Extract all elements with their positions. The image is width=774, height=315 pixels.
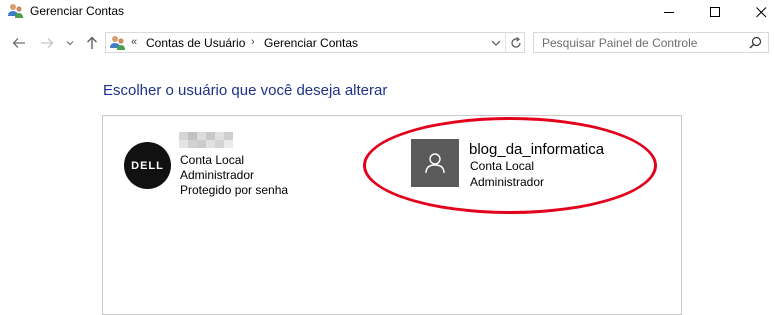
close-icon [755,7,766,18]
breadcrumb-overflow[interactable]: « [131,36,137,48]
breadcrumb-separator[interactable]: › [251,36,255,48]
back-button[interactable] [8,33,30,53]
address-bar[interactable]: « Contas de Usuário › Gerenciar Contas [105,32,525,53]
dell-logo: DELL [124,142,171,189]
forward-button[interactable] [36,33,58,53]
user-icon [425,153,445,174]
users-icon [8,4,23,18]
account-password-status: Protegido por senha [180,183,289,197]
address-dropdown-button[interactable] [488,33,504,52]
window-title: Gerenciar Contas [30,4,125,18]
redacted-account-name [179,132,233,148]
user-avatar [411,139,459,187]
navigation-bar: « Contas de Usuário › Gerenciar Contas P… [0,30,774,56]
chevron-down-icon [66,41,74,46]
up-arrow-icon [87,36,97,49]
title-bar: Gerenciar Contas [0,0,774,25]
account-name: blog_da_informatica [469,141,605,158]
page-heading: Escolher o usuário que você deseja alter… [103,82,388,99]
minimize-button[interactable] [646,0,692,25]
maximize-icon [709,7,720,17]
up-button[interactable] [83,33,101,53]
maximize-button[interactable] [692,0,738,25]
account-type: Conta Local [180,153,245,167]
recent-locations-button[interactable] [63,33,77,53]
forward-icon [41,38,54,48]
users-icon [110,36,125,50]
close-button[interactable] [738,0,774,25]
dell-logo-text: DELL [131,159,164,172]
account-role: Administrador [470,175,545,189]
search-placeholder: Pesquisar Painel de Controle [542,36,698,50]
refresh-icon [510,36,521,48]
account-role: Administrador [180,168,255,182]
breadcrumb-item[interactable]: Contas de Usuário [146,36,245,50]
account-type: Conta Local [470,159,535,173]
search-input[interactable]: Pesquisar Painel de Controle [533,32,769,53]
minimize-icon [663,12,674,13]
account-item[interactable]: blog_da_informatica Conta Local Administ… [403,116,673,206]
refresh-button[interactable] [505,33,525,52]
back-icon [12,38,25,48]
account-item[interactable]: DELL Conta Local Administrador Protegido… [103,116,353,206]
breadcrumb-item[interactable]: Gerenciar Contas [264,36,358,50]
chevron-down-icon [491,40,501,46]
search-icon[interactable] [749,36,762,49]
accounts-panel: DELL Conta Local Administrador Protegido… [102,115,682,315]
